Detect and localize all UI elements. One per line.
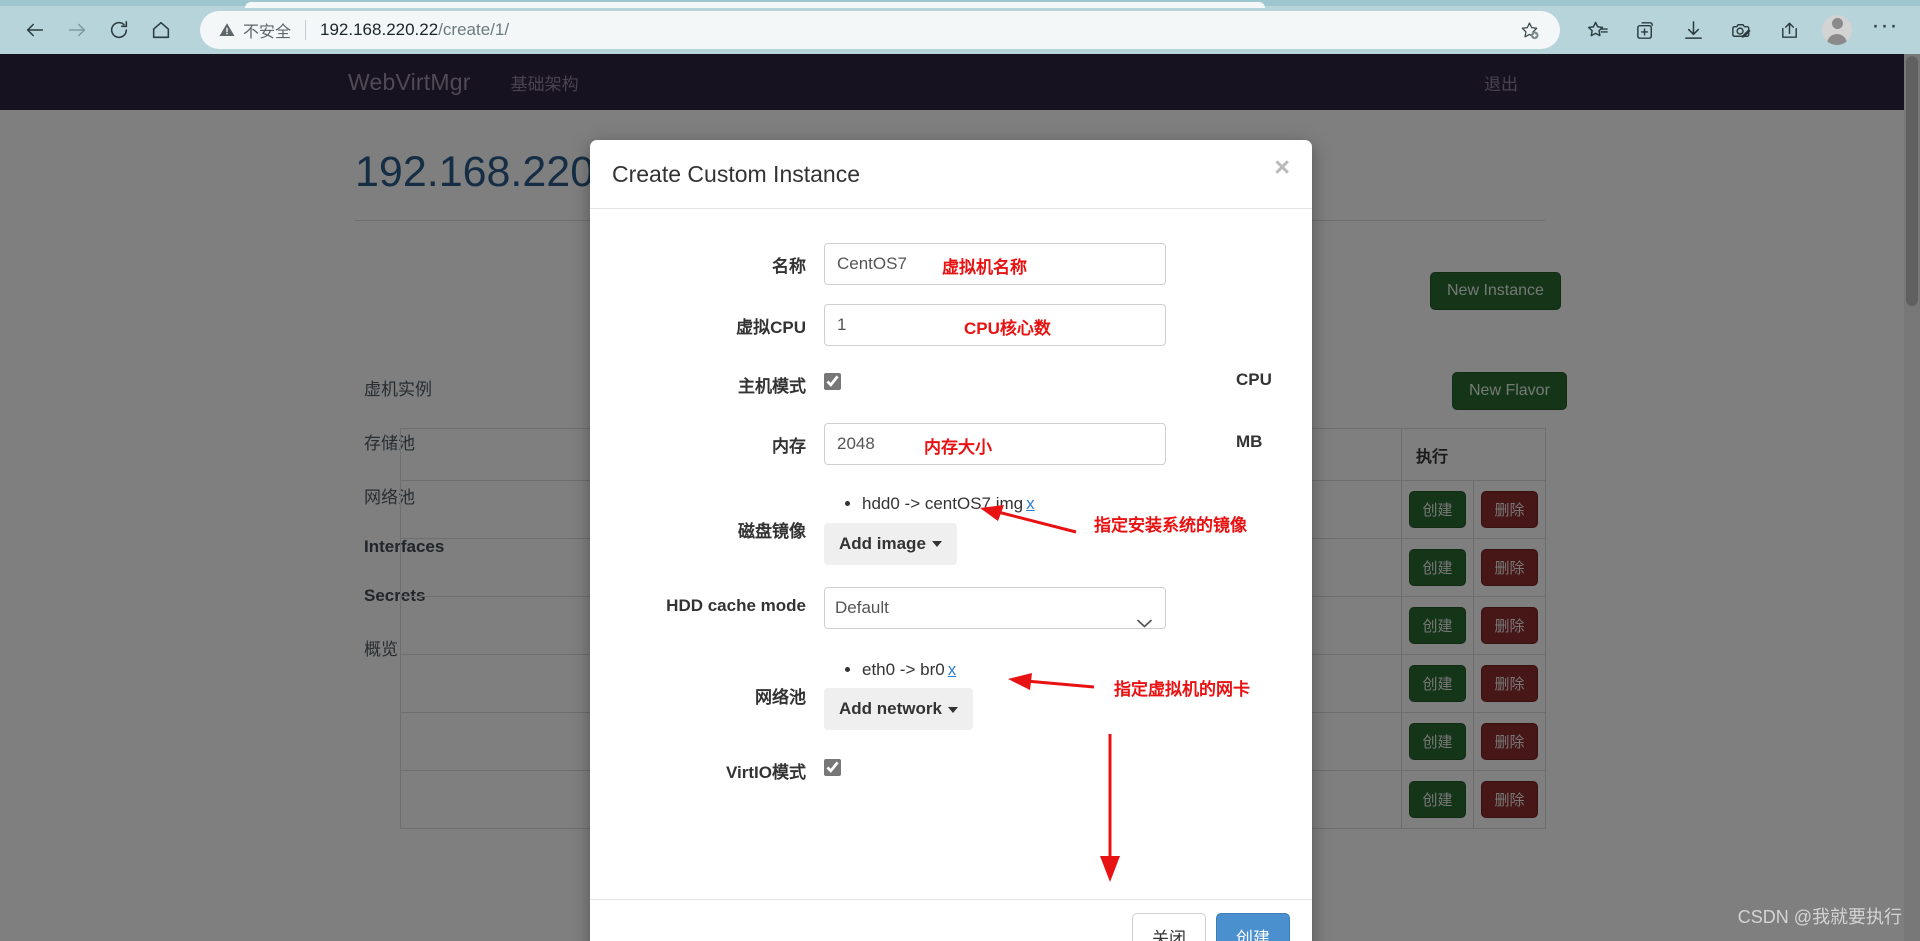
add-image-button[interactable]: Add image [824,522,957,565]
label-virtio-mode: VirtIO模式 [726,763,806,782]
label-hdd-cache-mode: HDD cache mode [666,595,806,615]
label-disk-image: 磁盘镜像 [738,522,806,541]
reload-icon[interactable] [98,9,140,51]
browser-chrome: 不安全 192.168.220.22/create/1/ ··· [0,0,1920,54]
field-row-virtio-mode: VirtIO模式 [612,756,1290,783]
add-network-label: Add network [839,699,942,718]
url-path: /create/1/ [438,20,510,39]
host-model-checkbox[interactable] [824,373,841,390]
add-network-button[interactable]: Add network [824,688,973,730]
caret-down-icon [931,541,942,548]
label-name: 名称 [772,257,806,276]
more-dots-icon[interactable]: ··· [1864,9,1906,51]
profile-avatar-icon[interactable] [1816,9,1858,51]
label-vcpu: 虚拟CPU [736,318,806,337]
create-custom-instance-dialog: Create Custom Instance × 名称 虚拟机名称 虚拟CPU … [590,140,1312,941]
hint-memory: 内存大小 [924,438,992,457]
caret-down-icon [947,706,958,713]
unit-mb: MB [1236,432,1263,451]
create-button[interactable]: 创建 [1216,912,1290,941]
hint-network-pool: 指定虚拟机的网卡 [1114,679,1250,699]
browser-toolbar-actions: ··· [1570,9,1906,51]
disk-image-item-text: hdd0 -> centOS7.img [862,494,1024,513]
hint-name: 虚拟机名称 [942,258,1027,277]
page-viewport: WebVirtMgr 基础架构 退出 192.168.220 虚机实例 存储池 … [0,54,1920,941]
share-icon[interactable] [1768,9,1810,51]
remove-network-link[interactable]: x [948,660,957,679]
virtio-mode-checkbox[interactable] [824,759,841,776]
address-bar[interactable]: 不安全 192.168.220.22/create/1/ [200,11,1560,49]
omnibox-actions [1508,9,1550,51]
unit-cpu: CPU [1236,370,1272,389]
dialog-body: 名称 虚拟机名称 虚拟CPU CPU核心数 主机模式 CPU [590,209,1312,899]
field-row-memory: 内存 内存大小 MB [612,423,1290,465]
network-item-text: eth0 -> br0 [862,659,945,679]
watermark: CSDN @我就要执行 [1737,907,1902,927]
field-row-name: 名称 虚拟机名称 [612,243,1290,285]
forward-arrow-icon[interactable] [56,9,98,51]
field-row-host-model: 主机模式 CPU [612,370,1290,397]
hint-disk-image: 指定安装系统的镜像 [1094,516,1247,535]
field-row-network-pool: 网络池 eth0 -> br0x Add network 指定虚拟机的网卡 [612,657,1290,730]
star-list-icon[interactable] [1576,9,1618,51]
label-host-model: 主机模式 [738,377,806,396]
dialog-title: Create Custom Instance [612,160,861,187]
memory-input[interactable] [824,423,1166,465]
url-text: 192.168.220.22/create/1/ [320,20,1508,40]
back-arrow-icon[interactable] [14,9,56,51]
warning-triangle-icon [219,23,235,36]
dialog-footer: 关闭 创建 [590,899,1312,941]
dialog-header: Create Custom Instance × [590,140,1312,209]
field-row-hdd-cache-mode: HDD cache mode DefaultNoneWritethroughWr… [612,586,1290,629]
omnibox-divider [305,20,307,40]
collections-plus-icon[interactable] [1624,9,1666,51]
field-row-disk-image: 磁盘镜像 hdd0 -> centOS7.imgx Add image 指定安装… [612,491,1290,565]
url-host: 192.168.220.22 [320,20,439,39]
close-button[interactable]: 关闭 [1132,912,1206,941]
add-image-label: Add image [839,533,926,553]
label-memory: 内存 [772,437,806,456]
download-icon[interactable] [1672,9,1714,51]
label-network-pool: 网络池 [755,687,806,707]
remove-disk-image-link[interactable]: x [1026,494,1035,513]
security-label: 不安全 [243,24,292,41]
hdd-cache-mode-select[interactable]: DefaultNoneWritethroughWritebackDirectsy… [824,586,1166,629]
field-row-vcpu: 虚拟CPU CPU核心数 [612,304,1290,346]
star-plus-icon[interactable] [1508,9,1550,51]
hint-vcpu: CPU核心数 [964,319,1051,338]
home-icon[interactable] [140,9,182,51]
security-warning[interactable]: 不安全 [218,18,291,42]
camera-edit-icon[interactable] [1720,9,1762,51]
close-icon[interactable]: × [1274,154,1290,181]
browser-navigation-bar: 不安全 192.168.220.22/create/1/ ··· [0,6,1920,54]
